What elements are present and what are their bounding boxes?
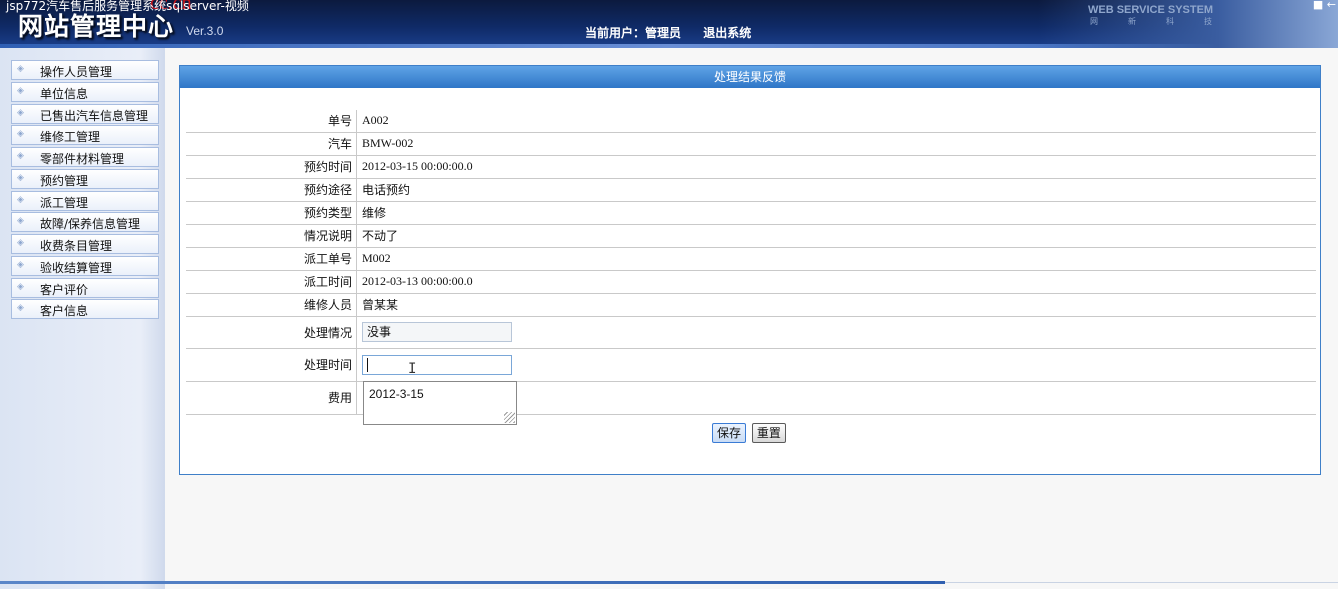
video-title: jsp772汽车售后服务管理系统sqlserver-视频: [6, 0, 249, 13]
sidebar-menu: ◈ 操作人员管理 ◈ 单位信息 ◈ 已售出汽车信息管理 ◈ 维修工管理 ◈ 零部件材料管理…: [11, 60, 159, 321]
field-value: 2012-03-13 00:00:00.0: [356, 270, 1316, 294]
bullet-icon: ◈: [17, 259, 24, 270]
sidebar-item-sold-cars[interactable]: ◈ 已售出汽车信息管理: [11, 103, 159, 124]
bullet-icon: ◈: [17, 64, 24, 74]
field-label: 费用: [186, 381, 357, 415]
ibeam-cursor-icon: I: [408, 361, 417, 377]
bottom-progress-bar: [0, 581, 945, 584]
table-row: 派工时间 2012-03-13 00:00:00.0: [186, 270, 1316, 294]
resize-grip-icon[interactable]: [504, 412, 515, 423]
handle-time-input[interactable]: [362, 354, 512, 375]
field-label: 派工单号: [186, 247, 357, 271]
detail-table: 单号 A002 汽车 BMW-002 预约时间 2012-03-15 00:00…: [186, 110, 1316, 415]
sidebar: ◈ 操作人员管理 ◈ 单位信息 ◈ 已售出汽车信息管理 ◈ 维修工管理 ◈ 零部件材料管理…: [0, 48, 165, 589]
bullet-icon: ◈: [17, 172, 24, 183]
bullet-icon: ◈: [17, 129, 24, 140]
table-row: 预约途径 电话预约: [186, 178, 1316, 202]
bullet-icon: ◈: [17, 151, 24, 161]
sidebar-item-customers[interactable]: ◈ 客户信息: [11, 299, 159, 320]
sidebar-item-fees[interactable]: ◈ 收费条目管理: [11, 234, 159, 254]
text-caret: [367, 358, 368, 372]
sidebar-item-dispatch[interactable]: ◈ 派工管理: [11, 190, 159, 211]
bottom-divider: [945, 582, 1338, 583]
bullet-icon: ◈: [17, 85, 24, 96]
bullet-icon: ◈: [17, 238, 24, 248]
reset-button[interactable]: 重置: [751, 423, 786, 443]
bullet-icon: ◈: [17, 281, 24, 292]
feedback-panel: 处理结果反馈 单号 A002 汽车 BMW-002 预约时间 2012-03-1…: [179, 65, 1321, 475]
logout-link[interactable]: 退出系统: [703, 26, 751, 40]
field-label: 派工时间: [186, 270, 357, 294]
brand-text: WEB SERVICE SYSTEM: [1088, 4, 1214, 16]
table-row: 费用: [186, 381, 1316, 415]
sidebar-item-reviews[interactable]: ◈ 客户评价: [11, 277, 159, 298]
current-user-label: 当前用户：管理员: [585, 26, 682, 40]
handling-input[interactable]: 没事: [362, 322, 512, 342]
autocomplete-dropdown[interactable]: 2012-3-15: [363, 381, 517, 425]
sidebar-item-operators[interactable]: ◈ 操作人员管理: [11, 60, 159, 80]
panel-title: 处理结果反馈: [180, 66, 1320, 88]
table-row: 维修人员 曾某某: [186, 293, 1316, 317]
bullet-icon: ◈: [17, 194, 24, 205]
field-label: 预约途径: [186, 178, 357, 202]
field-value: 维修: [356, 201, 1316, 225]
field-value: 曾某某: [356, 293, 1316, 317]
form-buttons: 保存 重置: [712, 423, 788, 443]
field-value: BMW-002: [356, 132, 1316, 156]
sidebar-item-appointments[interactable]: ◈ 预约管理: [11, 168, 159, 189]
user-area: 当前用户：管理员 退出系统: [585, 24, 751, 41]
save-button[interactable]: 保存: [712, 423, 747, 443]
field-label: 预约时间: [186, 155, 357, 179]
field-label: 维修人员: [186, 293, 357, 317]
field-value: [356, 348, 1316, 382]
field-value: A002: [356, 110, 1316, 133]
bullet-icon: ◈: [17, 216, 24, 227]
table-row: 派工单号 M002: [186, 247, 1316, 271]
field-value: 2012-03-15 00:00:00.0: [356, 155, 1316, 179]
sidebar-item-mechanics[interactable]: ◈ 维修工管理: [11, 125, 159, 146]
version-label: Ver.3.0: [186, 24, 224, 38]
field-label: 汽车: [186, 132, 357, 156]
table-row: 预约类型 维修: [186, 201, 1316, 225]
table-row: 处理时间: [186, 348, 1316, 382]
table-row: 情况说明 不动了: [186, 224, 1316, 248]
field-label: 处理情况: [186, 316, 357, 349]
bullet-icon: ◈: [17, 303, 24, 314]
field-value: 不动了: [356, 224, 1316, 248]
table-row: 单号 A002: [186, 110, 1316, 133]
table-row: 汽车 BMW-002: [186, 132, 1316, 156]
field-label: 情况说明: [186, 224, 357, 248]
brand-subtext: 网新科技: [1090, 17, 1242, 26]
sidebar-item-faults[interactable]: ◈ 故障/保养信息管理: [11, 212, 159, 233]
field-label: 预约类型: [186, 201, 357, 225]
sidebar-item-parts[interactable]: ◈ 零部件材料管理: [11, 147, 159, 167]
table-row: 预约时间 2012-03-15 00:00:00.0: [186, 155, 1316, 179]
field-label: 单号: [186, 110, 357, 133]
sidebar-item-settlement[interactable]: ◈ 验收结算管理: [11, 255, 159, 276]
sidebar-item-unit-info[interactable]: ◈ 单位信息: [11, 81, 159, 102]
table-row: 处理情况 没事: [186, 316, 1316, 349]
close-icon[interactable]: ■ ←: [1313, 0, 1336, 11]
field-value: 电话预约: [356, 178, 1316, 202]
bullet-icon: ◈: [17, 107, 24, 118]
field-label: 处理时间: [186, 348, 357, 382]
header-bar: 网站管理中心 cc.cn jsp772汽车售后服务管理系统sqlserver-视…: [0, 0, 1338, 48]
field-value: 没事: [356, 316, 1316, 349]
field-value: M002: [356, 247, 1316, 271]
autocomplete-option[interactable]: 2012-3-15: [369, 387, 424, 401]
